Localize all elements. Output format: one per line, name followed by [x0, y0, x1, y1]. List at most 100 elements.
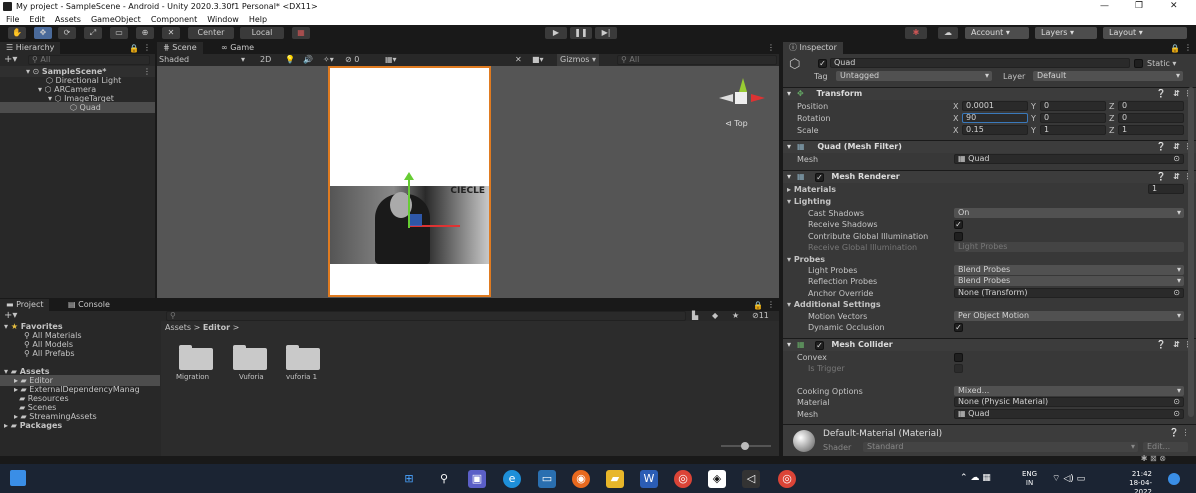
edge-icon[interactable]: e: [503, 470, 521, 488]
unity-hub-icon[interactable]: ◈: [708, 470, 726, 488]
zoom-slider-handle[interactable]: [741, 442, 749, 450]
object-name-field[interactable]: Quad: [830, 58, 1130, 68]
layer-dropdown[interactable]: Default ▾: [1033, 71, 1183, 81]
tools-icon[interactable]: ✕: [515, 54, 522, 66]
reflection-probes-dropdown[interactable]: Blend Probes ▾: [954, 276, 1184, 286]
hidden-packages-icon[interactable]: ⊘11: [752, 311, 769, 320]
mesh-renderer-header[interactable]: ▾▦ ✓ Mesh Renderer ❔ ⇵ ⋮: [783, 170, 1196, 183]
light-probes-dropdown[interactable]: Blend Probes ▾: [954, 265, 1184, 275]
mesh-collider-enabled-checkbox[interactable]: ✓: [815, 341, 824, 350]
active-checkbox[interactable]: ✓: [818, 59, 827, 68]
word-icon[interactable]: W: [640, 470, 658, 488]
menu-edit[interactable]: Edit: [29, 15, 45, 24]
rotate-tool-icon[interactable]: ⟳: [58, 27, 76, 39]
menu-component[interactable]: Component: [151, 15, 197, 24]
dynamic-occlusion-checkbox[interactable]: ✓: [954, 323, 963, 332]
shading-dropdown[interactable]: Shaded ▾: [159, 54, 247, 66]
chrome-icon[interactable]: ◎: [674, 470, 692, 488]
folder-icon[interactable]: [233, 345, 267, 370]
add-icon[interactable]: +▾: [4, 310, 17, 321]
contribute-gi-checkbox[interactable]: [954, 232, 963, 241]
convex-checkbox[interactable]: [954, 353, 963, 362]
collider-mesh-field[interactable]: ▦ Quad ⊙: [954, 409, 1184, 419]
start-icon[interactable]: [10, 470, 26, 486]
help-icon[interactable]: ❔: [1156, 88, 1166, 100]
gizmos-dropdown[interactable]: Gizmos ▾: [557, 54, 600, 66]
material-help-icon[interactable]: ❔ ⋮: [1169, 428, 1190, 437]
tray-icons[interactable]: ⌃ ☁ ▦: [960, 473, 991, 483]
cloud-icon[interactable]: ☁: [938, 27, 958, 39]
minimize-button[interactable]: —: [1100, 1, 1109, 11]
firefox-icon[interactable]: ◉: [572, 470, 590, 488]
favorite-icon[interactable]: ★: [732, 311, 739, 320]
scale-tool-icon[interactable]: ⤢: [84, 27, 102, 39]
orientation-gizmo[interactable]: [717, 74, 767, 124]
chat-icon[interactable]: ▣: [468, 470, 486, 488]
shader-dropdown[interactable]: Standard ▾: [863, 442, 1138, 452]
rotation-x-field[interactable]: 90: [962, 113, 1028, 123]
position-x-field[interactable]: 0.0001: [962, 101, 1028, 111]
windows-start-icon[interactable]: ⊞: [400, 470, 418, 488]
rect-tool-icon[interactable]: ▭: [110, 27, 128, 39]
network-sound-battery-icons[interactable]: ⌔ ◁) ▭: [1052, 473, 1085, 484]
hand-tool-icon[interactable]: ✋: [8, 27, 26, 39]
lighting-icon[interactable]: 💡: [285, 54, 295, 66]
mesh-field[interactable]: ▦ Quad ⊙: [954, 154, 1184, 164]
scale-x-field[interactable]: 0.15: [962, 125, 1028, 135]
lock-icon[interactable]: 🔒: [129, 44, 139, 53]
search-icon[interactable]: ⚲: [435, 470, 453, 488]
settings-icon[interactable]: ⇵: [1173, 141, 1180, 153]
hierarchy-search-input[interactable]: ⚲ All: [28, 55, 150, 65]
help-icon[interactable]: ❔: [1156, 141, 1166, 153]
receive-shadows-checkbox[interactable]: ✓: [954, 220, 963, 229]
inspector-scrollbar[interactable]: [1188, 87, 1194, 417]
language-indicator[interactable]: ENG IN: [1022, 470, 1037, 488]
cast-shadows-dropdown[interactable]: On ▾: [954, 208, 1184, 218]
pivot-center-button[interactable]: Center: [188, 27, 234, 39]
maximize-button[interactable]: ❐: [1135, 1, 1143, 11]
packages-header[interactable]: ▸ ▰ Packages: [4, 420, 62, 431]
notification-icon[interactable]: [1168, 473, 1180, 485]
material-name[interactable]: Default-Material (Material): [823, 429, 942, 439]
physic-material-field[interactable]: None (Physic Material) ⊙: [954, 397, 1184, 407]
folder-icon[interactable]: [179, 345, 213, 370]
project-search-input[interactable]: ⚲: [166, 311, 686, 321]
breadcrumb-root[interactable]: Assets: [165, 323, 191, 332]
help-icon[interactable]: ❔: [1156, 171, 1166, 183]
motion-vectors-dropdown[interactable]: Per Object Motion ▾: [954, 311, 1184, 321]
scene-search-input[interactable]: ⚲ All: [617, 55, 777, 65]
add-icon[interactable]: +▾: [4, 54, 17, 65]
unity-icon[interactable]: ◁: [742, 470, 760, 488]
grid-icon[interactable]: ▦▾: [385, 54, 397, 66]
settings-icon[interactable]: ⇵: [1173, 88, 1180, 100]
position-y-field[interactable]: 0: [1040, 101, 1106, 111]
breadcrumb-current[interactable]: Editor: [203, 323, 230, 332]
tab-scene[interactable]: ⋕ Scene: [157, 42, 203, 54]
transform-tool-icon[interactable]: ⊕: [136, 27, 154, 39]
2d-toggle[interactable]: 2D: [260, 54, 271, 66]
static-dropdown[interactable]: Static ▾: [1147, 59, 1176, 68]
static-checkbox[interactable]: [1134, 59, 1143, 68]
mesh-renderer-enabled-checkbox[interactable]: ✓: [815, 173, 824, 182]
custom-tool-icon[interactable]: ✕: [162, 27, 180, 39]
tag-dropdown[interactable]: Untagged ▾: [836, 71, 992, 81]
collab-icon[interactable]: ✱: [905, 27, 927, 39]
folder-icon[interactable]: [286, 345, 320, 370]
tab-inspector[interactable]: ⓘ Inspector: [783, 42, 843, 54]
quad-preview[interactable]: CIECLE: [328, 66, 491, 297]
scale-y-field[interactable]: 1: [1040, 125, 1106, 135]
menu-gameobject[interactable]: GameObject: [91, 15, 141, 24]
close-button[interactable]: ✕: [1170, 1, 1178, 11]
anchor-override-field[interactable]: None (Transform) ⊙: [954, 288, 1184, 298]
account-dropdown[interactable]: Account ▾: [965, 27, 1029, 39]
panel-menu-icon[interactable]: ⋮: [1184, 43, 1192, 52]
file-explorer-icon[interactable]: ▰: [606, 470, 624, 488]
pivot-local-button[interactable]: Local: [240, 27, 284, 39]
hidden-layers-icon[interactable]: ⊘ 0: [345, 54, 359, 66]
move-gizmo-y-arrow[interactable]: [404, 172, 414, 180]
materials-label[interactable]: ▸ Materials: [787, 185, 836, 194]
effects-icon[interactable]: ✧▾: [323, 54, 334, 66]
mesh-filter-header[interactable]: ▾▦ Quad (Mesh Filter) ❔ ⇵ ⋮: [783, 140, 1196, 153]
cooking-options-dropdown[interactable]: Mixed... ▾: [954, 386, 1184, 396]
help-icon[interactable]: ❔: [1156, 339, 1166, 351]
